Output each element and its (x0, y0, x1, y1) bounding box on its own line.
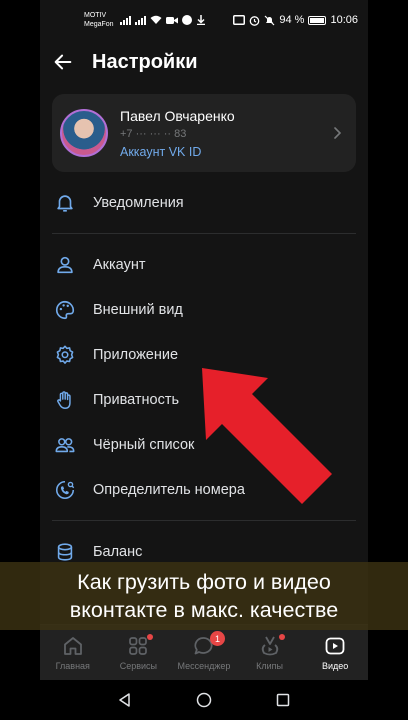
carrier-1: MOTIV (84, 12, 107, 19)
menu-label: Определитель номера (93, 481, 245, 498)
bottom-tab-bar: Главная Сервисы 1 Мессенджер Клипы Видео (40, 624, 368, 680)
tab-services[interactable]: Сервисы (106, 625, 172, 680)
menu-item-blacklist[interactable]: Чёрный список (40, 422, 368, 467)
tab-clips[interactable]: Клипы (237, 625, 303, 680)
tab-label: Мессенджер (177, 661, 231, 671)
page-title: Настройки (92, 50, 198, 73)
tab-label: Главная (55, 661, 90, 671)
divider (52, 520, 356, 521)
menu-item-caller-id[interactable]: Определитель номера (40, 467, 368, 512)
menu-label: Уведомления (93, 194, 184, 211)
menu-item-account[interactable]: Аккаунт (40, 242, 368, 287)
back-triangle-icon[interactable] (117, 692, 133, 708)
menu-label: Приватность (93, 391, 180, 408)
bell-icon (57, 194, 73, 212)
download-icon (196, 15, 205, 25)
screen-cast-icon (233, 15, 246, 25)
unread-badge: 1 (209, 631, 225, 646)
wifi-icon (150, 15, 162, 24)
battery-icon (308, 15, 327, 25)
menu-label: Аккаунт (93, 256, 146, 273)
hand-icon (57, 390, 71, 409)
chevron-right-icon (334, 127, 342, 139)
phone-search-icon (56, 480, 75, 499)
palette-icon (56, 300, 75, 319)
system-nav-bar (40, 680, 368, 720)
menu-label: Баланс (93, 543, 143, 560)
tab-messenger[interactable]: 1 Мессенджер (171, 625, 237, 680)
carrier-2: MegaFon (84, 21, 114, 28)
tab-label: Клипы (256, 661, 284, 671)
users-icon (55, 437, 75, 452)
header: Настройки (40, 40, 368, 84)
notification-dot (147, 634, 154, 640)
status-icons-left (119, 15, 206, 25)
gear-icon (56, 345, 74, 364)
camera-icon (165, 16, 178, 24)
menu-item-appearance[interactable]: Внешний вид (40, 287, 368, 332)
menu-item-privacy[interactable]: Приватность (40, 377, 368, 422)
coins-icon (57, 542, 73, 561)
clock: 10:06 (330, 14, 358, 26)
notification-dot (278, 634, 285, 640)
menu-item-application[interactable]: Приложение (40, 332, 368, 377)
video-icon (325, 637, 345, 655)
status-bar: MOTIV MegaFon 94 % 10:06 (40, 0, 368, 40)
caption-line-1: Как грузить фото и видео (77, 570, 331, 594)
alarm-icon (250, 15, 260, 26)
vk-id-link[interactable]: Аккаунт VK ID (120, 145, 330, 159)
menu-label: Внешний вид (93, 301, 183, 318)
settings-menu: Уведомления Аккаунт Внешний вид Приложен… (40, 180, 368, 574)
user-icon (57, 256, 73, 273)
menu-label: Приложение (93, 346, 179, 363)
carrier-names: MOTIV MegaFon (84, 11, 114, 29)
arrow-left-icon[interactable] (52, 51, 74, 73)
caption-line-2: вконтакте в макс. качестве (69, 598, 339, 622)
home-icon (63, 637, 82, 655)
menu-label: Чёрный список (93, 436, 195, 453)
tab-label: Видео (322, 661, 349, 671)
vk-status-icon (181, 15, 192, 25)
profile-name: Павел Овчаренко (120, 107, 235, 124)
signal-icon (119, 15, 131, 25)
profile-phone: +7 ··· ··· ·· 83 (120, 127, 187, 140)
tab-video[interactable]: Видео (302, 625, 368, 680)
recents-square-icon[interactable] (275, 692, 291, 708)
tab-label: Сервисы (119, 661, 158, 671)
home-circle-icon[interactable] (196, 692, 212, 708)
status-icons-right: 94 % 10:06 (233, 14, 358, 26)
video-caption: Как грузить фото и видео вконтакте в мак… (0, 562, 408, 630)
menu-item-notifications[interactable]: Уведомления (40, 180, 368, 225)
divider (52, 233, 356, 234)
profile-info: Павел Овчаренко +7 ··· ··· ·· 83 Аккаунт… (120, 108, 330, 159)
battery-percent: 94 % (279, 14, 305, 26)
mute-icon (264, 15, 275, 25)
profile-card[interactable]: Павел Овчаренко +7 ··· ··· ·· 83 Аккаунт… (52, 94, 356, 172)
avatar (60, 109, 108, 157)
signal-icon (134, 15, 146, 25)
tab-home[interactable]: Главная (40, 625, 106, 680)
clips-icon (261, 636, 278, 656)
